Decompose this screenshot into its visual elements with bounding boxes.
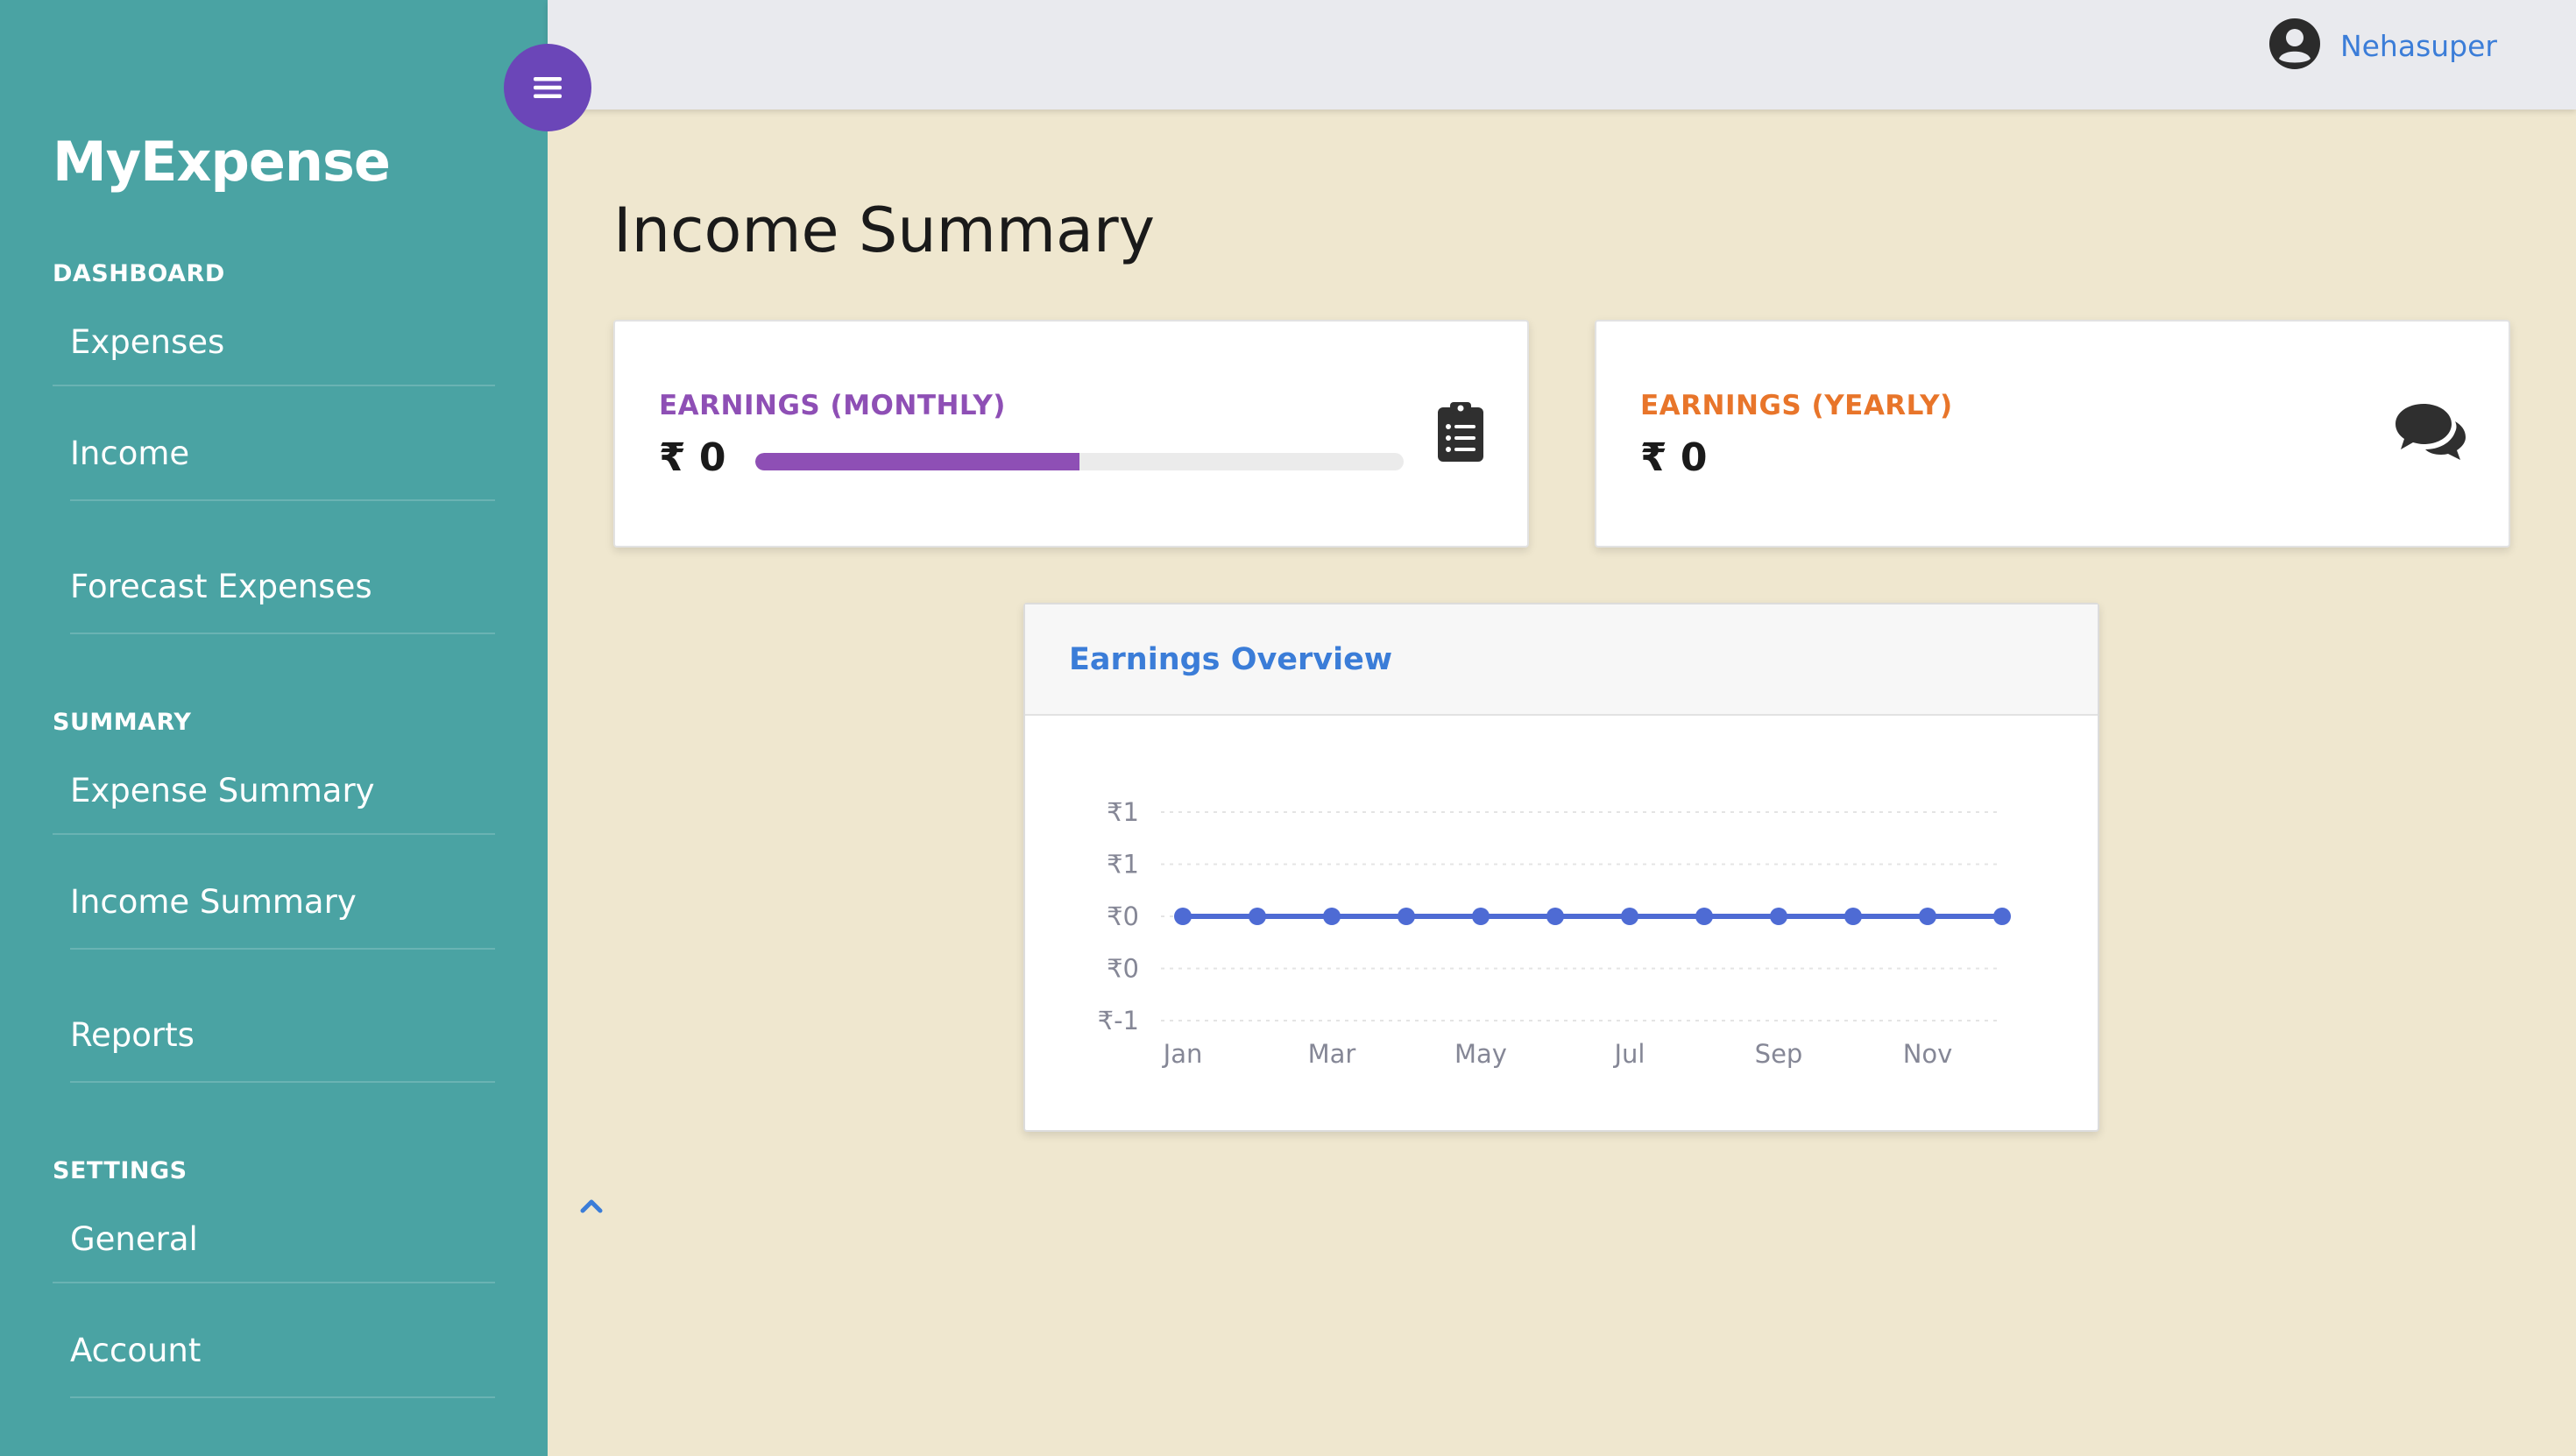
divider	[70, 1081, 495, 1083]
sidebar-item-account[interactable]: Account	[53, 1324, 495, 1376]
earnings-yearly-card: EARNINGS (YEARLY) ₹ 0	[1595, 320, 2510, 548]
section-heading-dashboard: DASHBOARD	[53, 260, 225, 287]
scroll-to-top-button[interactable]	[574, 1193, 609, 1219]
data-point	[1398, 908, 1415, 925]
divider	[70, 1396, 495, 1398]
y-tick-label: ₹1	[1107, 850, 1139, 880]
earnings-overview-card: Earnings Overview ₹1 ₹1 ₹0 ₹0 ₹-1 Jan Mar May Ju…	[1023, 603, 2099, 1132]
comments-icon	[2394, 402, 2467, 465]
sidebar-item-expenses[interactable]: Expenses	[53, 315, 495, 368]
clipboard-list-icon	[1436, 400, 1485, 467]
user-circle-icon	[2268, 18, 2321, 74]
data-point	[1919, 908, 1936, 925]
data-point	[1844, 908, 1862, 925]
y-tick-label: ₹-1	[1098, 1006, 1139, 1035]
user-name[interactable]: Nehasuper	[2340, 29, 2497, 63]
chevron-up-icon	[580, 1199, 603, 1213]
sidebar-toggle-button[interactable]	[504, 44, 591, 131]
earnings-monthly-value: ₹ 0	[659, 435, 726, 480]
divider	[70, 499, 495, 501]
data-point	[1174, 908, 1192, 925]
data-point	[1770, 908, 1787, 925]
section-heading-settings: SETTINGS	[53, 1157, 188, 1184]
x-tick-label: Nov	[1903, 1039, 1953, 1069]
divider	[70, 633, 495, 634]
sidebar-item-expense-summary[interactable]: Expense Summary	[53, 764, 495, 816]
sidebar-item-forecast-expenses[interactable]: Forecast Expenses	[53, 560, 495, 612]
progress-fill	[755, 453, 1079, 470]
y-tick-label: ₹0	[1107, 901, 1139, 931]
topbar: Nehasuper	[548, 0, 2576, 110]
earnings-yearly-value: ₹ 0	[1640, 435, 1708, 480]
divider	[70, 948, 495, 950]
sidebar-item-reports[interactable]: Reports	[53, 1008, 495, 1061]
divider	[53, 1282, 495, 1283]
divider	[53, 833, 495, 835]
page-title: Income Summary	[613, 194, 1156, 266]
data-point	[1546, 908, 1564, 925]
y-tick-label: ₹0	[1107, 954, 1139, 984]
data-point	[1621, 908, 1638, 925]
x-tick-label: May	[1454, 1039, 1507, 1069]
data-point	[1695, 908, 1713, 925]
data-point	[1993, 908, 2011, 925]
data-point	[1323, 908, 1341, 925]
brand-logo[interactable]: MyExpense	[53, 130, 391, 194]
earnings-monthly-card: EARNINGS (MONTHLY) ₹ 0	[613, 320, 1529, 548]
sidebar-item-general[interactable]: General	[53, 1212, 495, 1265]
user-menu[interactable]: Nehasuper	[2268, 18, 2497, 74]
data-point	[1249, 908, 1266, 925]
data-point	[1472, 908, 1490, 925]
divider	[53, 385, 495, 386]
y-tick-label: ₹1	[1107, 797, 1139, 827]
sidebar: MyExpense DASHBOARD Expenses Income Fore…	[0, 0, 548, 1456]
sidebar-item-income[interactable]: Income	[53, 427, 495, 479]
earnings-monthly-label: EARNINGS (MONTHLY)	[659, 390, 1006, 421]
x-tick-label: Sep	[1755, 1039, 1803, 1069]
chart-header: Earnings Overview	[1025, 604, 2098, 716]
earnings-line-chart: ₹1 ₹1 ₹0 ₹0 ₹-1 Jan Mar May Jul Sep Nov	[1098, 797, 2011, 1069]
x-tick-label: Mar	[1308, 1039, 1356, 1069]
section-heading-summary: SUMMARY	[53, 709, 192, 736]
hamburger-icon	[534, 77, 562, 98]
sidebar-item-income-summary[interactable]: Income Summary	[53, 875, 495, 928]
chart-title: Earnings Overview	[1069, 641, 1393, 677]
earnings-progress-bar	[755, 453, 1404, 470]
earnings-yearly-label: EARNINGS (YEARLY)	[1640, 390, 1953, 421]
x-tick-label: Jul	[1613, 1039, 1645, 1069]
x-tick-label: Jan	[1162, 1039, 1203, 1069]
